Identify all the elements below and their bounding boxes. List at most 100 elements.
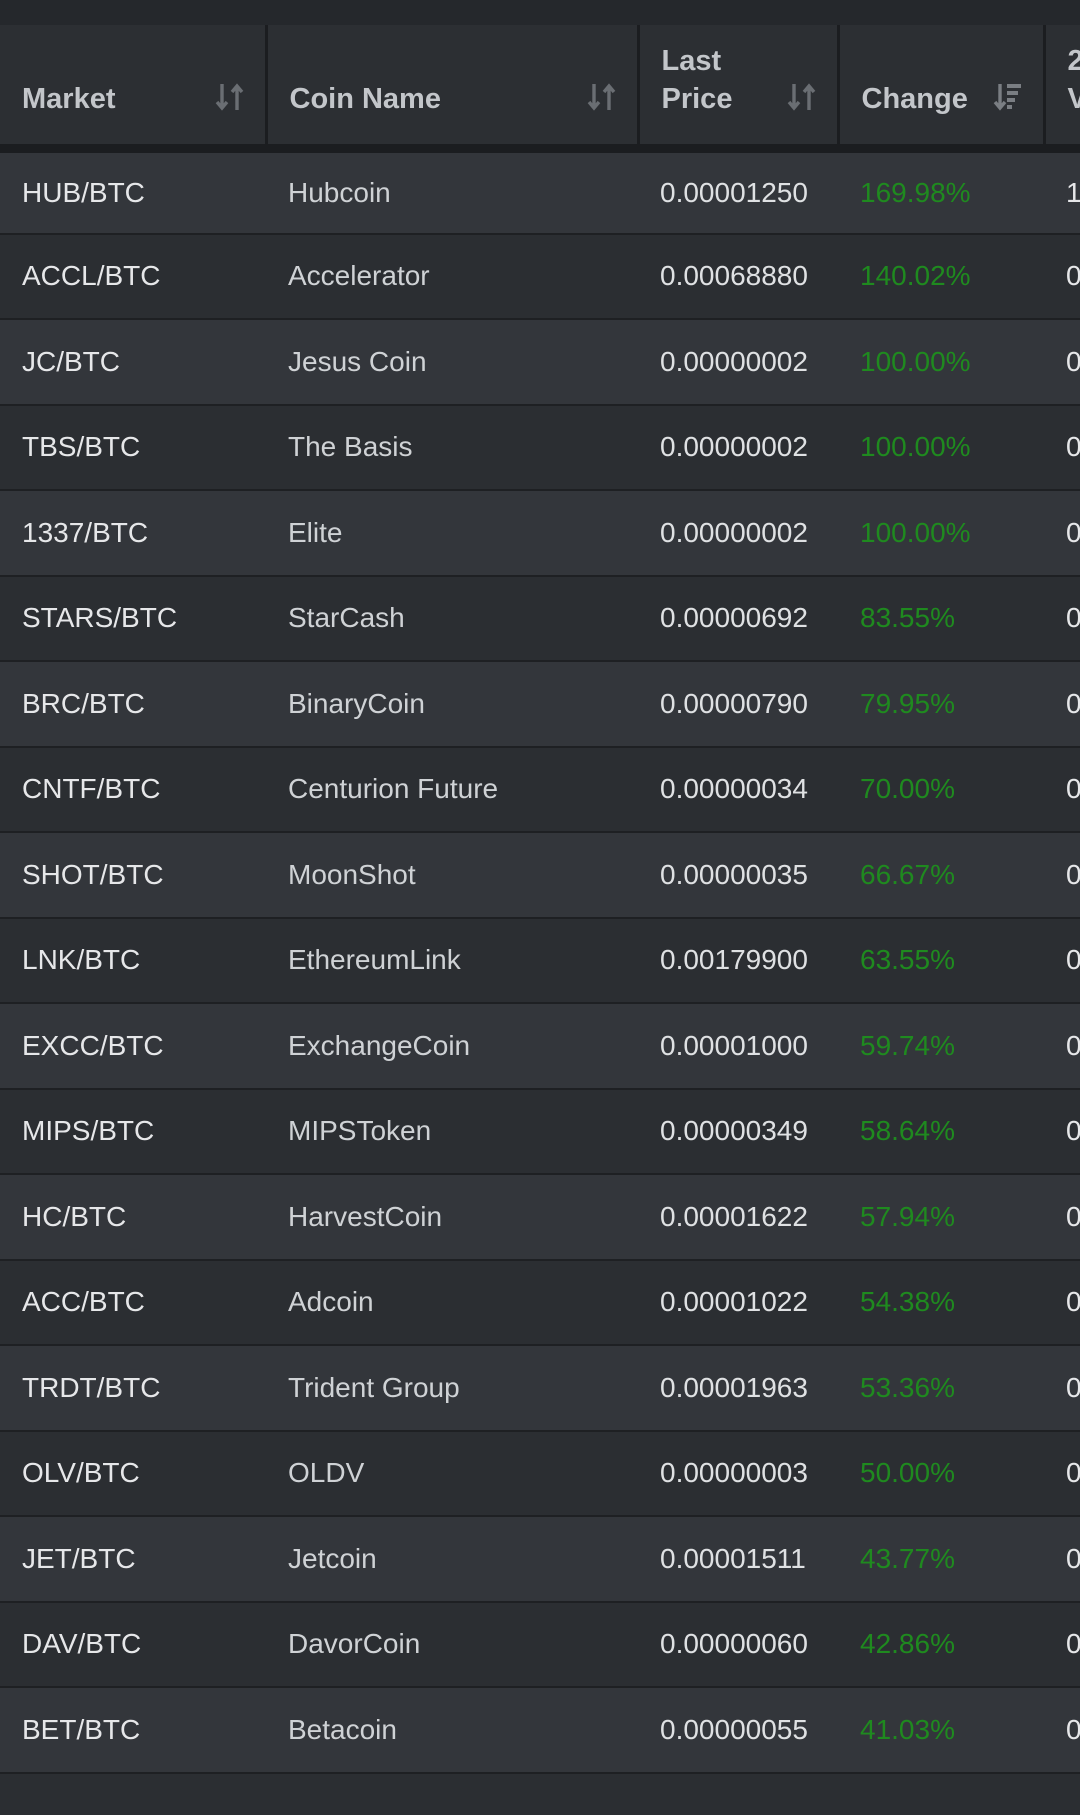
volume-cell: 0 [1044, 917, 1080, 1004]
change-cell: 41.03% [838, 1687, 1044, 1774]
sort-arrows-icon[interactable] [787, 80, 817, 114]
last-price-cell: 0.00000003 [638, 1430, 838, 1517]
market-cell: BET/BTC [0, 1687, 266, 1774]
change-cell: 70.00% [838, 746, 1044, 833]
coin-name-cell: The Basis [266, 404, 638, 491]
coin-name-cell: Trident Group [266, 1345, 638, 1432]
market-cell: HUB/BTC [0, 148, 266, 235]
table-row[interactable]: EXCC/BTCExchangeCoin0.0000100059.74%0 [0, 1003, 1080, 1090]
volume-cell: 0 [1044, 490, 1080, 577]
column-header-label-line2: Price [661, 82, 733, 115]
market-cell: LNK/BTC [0, 917, 266, 1004]
sort-arrows-icon[interactable] [587, 80, 617, 114]
column-header-coin-name[interactable]: Coin Name [266, 25, 640, 153]
market-cell: CNTF/BTC [0, 746, 266, 833]
change-cell: 54.38% [838, 1259, 1044, 1346]
change-cell: 79.95% [838, 661, 1044, 748]
table-row[interactable]: TRDT/BTCTrident Group0.0000196353.36%0 [0, 1345, 1080, 1432]
coin-name-cell: Hubcoin [266, 148, 638, 235]
coin-name-cell: MIPSToken [266, 1088, 638, 1175]
coin-name-cell: Elite [266, 490, 638, 577]
market-cell: ACCL/BTC [0, 233, 266, 320]
last-price-cell: 0.00001000 [638, 1003, 838, 1090]
last-price-cell: 0.00000035 [638, 832, 838, 919]
table-row[interactable]: ACCL/BTCAccelerator0.00068880140.02%0 [0, 233, 1080, 320]
volume-cell: 0 [1044, 1345, 1080, 1432]
table-row[interactable]: SHOT/BTCMoonShot0.0000003566.67%0 [0, 832, 1080, 919]
market-cell: JET/BTC [0, 1516, 266, 1603]
volume-cell: 0 [1044, 1259, 1080, 1346]
column-header-last-price[interactable]: Last Price [638, 25, 840, 153]
coin-name-cell: EthereumLink [266, 917, 638, 1004]
table-row[interactable]: TBS/BTCThe Basis0.00000002100.00%0 [0, 404, 1080, 491]
change-cell: 50.00% [838, 1430, 1044, 1517]
sort-descending-icon[interactable] [993, 80, 1023, 114]
table-row[interactable]: HUB/BTCHubcoin0.00001250169.98%1 [0, 148, 1080, 235]
volume-cell: 0 [1044, 1003, 1080, 1090]
coin-name-cell: Adcoin [266, 1259, 638, 1346]
markets-table-container[interactable]: Market Coin Name Last Price Change 2 V H… [0, 25, 1080, 1815]
volume-cell: 0 [1044, 1174, 1080, 1261]
column-header-change[interactable]: Change [838, 25, 1046, 153]
last-price-cell: 0.00000002 [638, 404, 838, 491]
table-row[interactable]: ACC/BTCAdcoin0.0000102254.38%0 [0, 1259, 1080, 1346]
market-cell: 1337/BTC [0, 490, 266, 577]
change-cell: 53.36% [838, 1345, 1044, 1432]
column-header-label: Coin Name [289, 82, 441, 115]
table-row[interactable]: JET/BTCJetcoin0.0000151143.77%0 [0, 1516, 1080, 1603]
top-bar [0, 0, 1080, 25]
last-price-cell: 0.00001022 [638, 1259, 838, 1346]
table-row[interactable]: HC/BTCHarvestCoin0.0000162257.94%0 [0, 1174, 1080, 1261]
table-row[interactable]: CNTF/BTC Centurion Future 0.00000034 70.00%… [0, 746, 1080, 833]
column-header-label: Change [861, 82, 968, 115]
coin-name-cell: HarvestCoin [266, 1174, 638, 1261]
volume-cell: 0 [1044, 1687, 1080, 1774]
change-cell: 83.55% [838, 575, 1044, 662]
volume-cell: 0 [1044, 404, 1080, 491]
market-cell: OLV/BTC [0, 1430, 266, 1517]
coin-name-cell: BinaryCoin [266, 661, 638, 748]
table-row[interactable]: BRC/BTCBinaryCoin0.0000079079.95%0 [0, 661, 1080, 748]
table-body: HUB/BTCHubcoin0.00001250169.98%1ACCL/BTC… [0, 148, 1080, 1774]
table-header: Market Coin Name Last Price Change 2 V [0, 25, 1080, 153]
change-cell: 100.00% [838, 319, 1044, 406]
last-price-cell: 0.00000349 [638, 1088, 838, 1175]
volume-cell: 0 [1044, 1516, 1080, 1603]
sort-arrows-icon[interactable] [215, 80, 245, 114]
table-row[interactable]: BET/BTCBetacoin0.0000005541.03%0 [0, 1687, 1080, 1774]
volume-cell: 0 [1044, 1601, 1080, 1688]
table-row[interactable]: OLV/BTCOLDV0.0000000350.00%0 [0, 1430, 1080, 1517]
table-row[interactable]: DAV/BTCDavorCoin0.0000006042.86%0 [0, 1601, 1080, 1688]
column-header-market[interactable]: Market [0, 25, 268, 153]
last-price-cell: 0.00001963 [638, 1345, 838, 1432]
column-header-volume[interactable]: 2 V [1044, 25, 1080, 153]
last-price-cell: 0.00001250 [638, 148, 838, 235]
last-price-cell: 0.00068880 [638, 233, 838, 320]
coin-name-cell: StarCash [266, 575, 638, 662]
coin-name-cell: Jesus Coin [266, 319, 638, 406]
market-cell: BRC/BTC [0, 661, 266, 748]
volume-cell: 0 [1044, 1088, 1080, 1175]
table-row[interactable]: MIPS/BTCMIPSToken0.0000034958.64%0 [0, 1088, 1080, 1175]
market-cell: ACC/BTC [0, 1259, 266, 1346]
market-cell: EXCC/BTC [0, 1003, 266, 1090]
change-cell: 57.94% [838, 1174, 1044, 1261]
market-cell: JC/BTC [0, 319, 266, 406]
market-cell: SHOT/BTC [0, 832, 266, 919]
table-row[interactable]: LNK/BTCEthereumLink0.0017990063.55%0 [0, 917, 1080, 1004]
market-cell: TBS/BTC [0, 404, 266, 491]
last-price-cell: 0.00000692 [638, 575, 838, 662]
volume-cell: 0 [1044, 832, 1080, 919]
market-cell: STARS/BTC [0, 575, 266, 662]
last-price-cell: 0.00000060 [638, 1601, 838, 1688]
last-price-cell: 0.00000055 [638, 1687, 838, 1774]
change-cell: 66.67% [838, 832, 1044, 919]
change-cell: 59.74% [838, 1003, 1044, 1090]
table-row[interactable]: 1337/BTCElite0.00000002100.00%0 [0, 490, 1080, 577]
column-header-label: Market [22, 82, 116, 115]
volume-cell: 0 [1044, 1430, 1080, 1517]
last-price-cell: 0.00000790 [638, 661, 838, 748]
table-row[interactable]: JC/BTCJesus Coin0.00000002100.00%0 [0, 319, 1080, 406]
coin-name-cell: Accelerator [266, 233, 638, 320]
table-row[interactable]: STARS/BTCStarCash0.0000069283.55%0 [0, 575, 1080, 662]
